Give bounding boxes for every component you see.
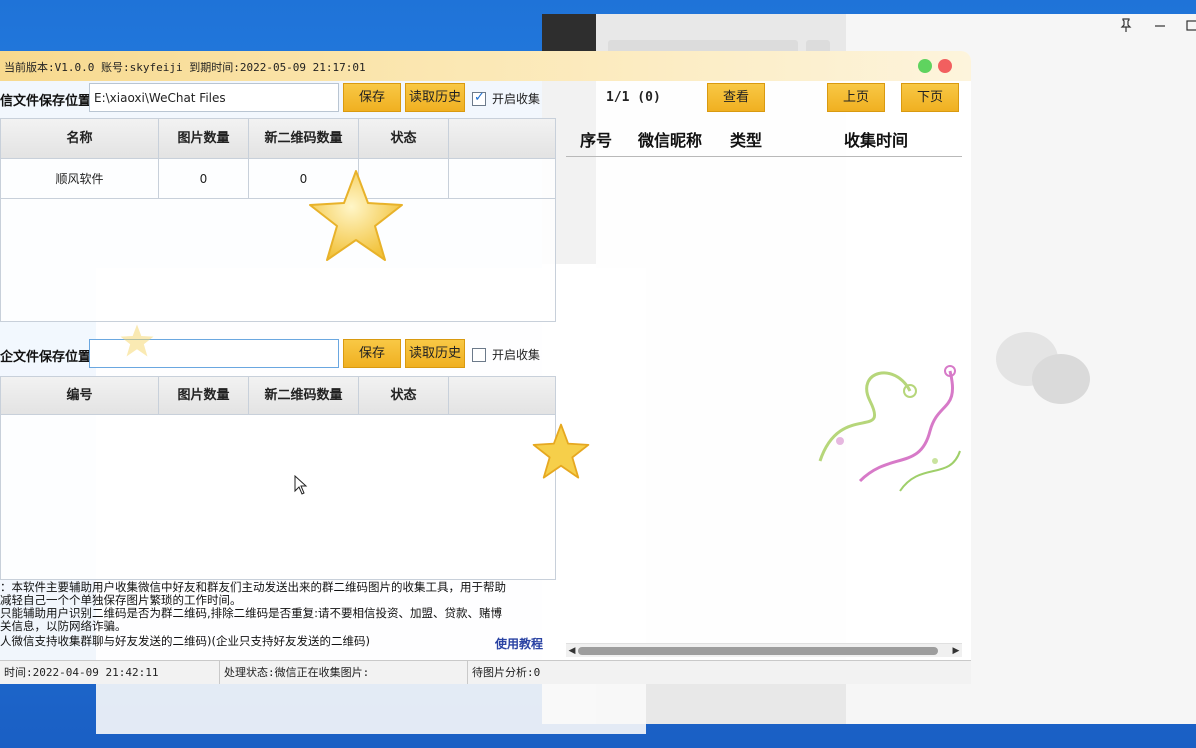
mouse-cursor-icon	[294, 475, 308, 495]
maximize-icon[interactable]	[1186, 18, 1196, 36]
status-time: 时间:2022-04-09 21:42:11	[0, 661, 220, 684]
column-header[interactable]: 编号	[1, 377, 159, 415]
table-header: 名称 图片数量 新二维码数量 状态	[1, 119, 555, 159]
wecom-save-button[interactable]: 保存	[343, 339, 401, 368]
wechat-collect-checkbox[interactable]: 开启收集	[472, 90, 540, 107]
column-header[interactable]: 图片数量	[159, 119, 249, 159]
column-header[interactable]: 图片数量	[159, 377, 249, 415]
table-header: 编号 图片数量 新二维码数量 状态	[1, 377, 555, 415]
wechat-path-input[interactable]	[89, 83, 339, 112]
column-header[interactable]: 序号	[580, 127, 612, 151]
floral-decoration-icon	[818, 365, 961, 492]
scroll-left-icon[interactable]: ◀	[566, 644, 578, 658]
wechat-collect-label: 开启收集	[492, 92, 541, 106]
description-line: 关信息，以防网络诈骗。	[0, 619, 127, 633]
column-header[interactable]: 类型	[730, 127, 762, 151]
wecom-account-table: 编号 图片数量 新二维码数量 状态	[0, 376, 556, 580]
prev-page-button[interactable]: 上页	[827, 83, 885, 112]
header-divider	[566, 156, 962, 157]
status-state: 处理状态:微信正在收集图片:	[220, 661, 468, 684]
wechat-history-button[interactable]: 读取历史	[405, 83, 465, 112]
column-header[interactable]: 新二维码数量	[249, 377, 359, 415]
wecom-collect-checkbox[interactable]: 开启收集	[472, 346, 540, 363]
page-indicator: 1/1 (0)	[606, 90, 661, 105]
horizontal-scrollbar[interactable]: ◀ ▶	[566, 643, 962, 657]
scroll-thumb[interactable]	[578, 647, 938, 655]
column-header[interactable]: 名称	[1, 119, 159, 159]
status-bar: 时间:2022-04-09 21:42:11 处理状态:微信正在收集图片: 待图…	[0, 660, 971, 684]
checkbox-unchecked-icon[interactable]	[472, 347, 486, 362]
wechat-account-table: 名称 图片数量 新二维码数量 状态 顺风软件 0 0	[0, 118, 556, 322]
table-row[interactable]: 顺风软件 0 0	[1, 159, 555, 199]
column-header[interactable]: 收集时间	[844, 127, 908, 151]
wecom-history-button[interactable]: 读取历史	[405, 339, 465, 368]
tutorial-link[interactable]: 使用教程	[495, 635, 543, 652]
checkbox-checked-icon[interactable]	[472, 90, 486, 106]
wechat-save-button[interactable]: 保存	[343, 83, 401, 112]
image-count-cell: 0	[159, 159, 249, 199]
wecom-path-label: 企文件保存位置	[0, 350, 92, 365]
status-pending: 待图片分析:0	[472, 666, 541, 679]
wecom-collect-label: 开启收集	[492, 348, 541, 362]
wechat-path-label: 信文件保存位置	[0, 94, 92, 109]
column-header[interactable]: 微信昵称	[638, 127, 702, 151]
account-name-cell: 顺风软件	[1, 159, 159, 199]
pin-icon[interactable]	[1120, 18, 1132, 36]
column-header[interactable]: 新二维码数量	[249, 119, 359, 159]
title-bar: 当前版本:V1.0.0 账号:skyfeiji 到期时间:2022-05-09 …	[0, 51, 971, 81]
column-header[interactable]: 状态	[359, 119, 449, 159]
star-decoration-icon	[532, 423, 590, 479]
minimize-icon[interactable]	[1154, 18, 1166, 36]
description-line: 人微信支持收集群聊与好友发送的二维码)(企业只支持好友发送的二维码)	[0, 634, 370, 648]
main-window: 当前版本:V1.0.0 账号:skyfeiji 到期时间:2022-05-09 …	[0, 51, 971, 684]
minimize-dot-button[interactable]	[918, 59, 932, 73]
close-dot-button[interactable]	[938, 59, 952, 73]
star-decoration-icon	[309, 170, 403, 261]
column-header[interactable]: 状态	[359, 377, 449, 415]
star-decoration-icon	[120, 324, 154, 357]
view-button[interactable]: 查看	[707, 83, 765, 112]
description-text: ：本软件主要辅助用户收集微信中好友和群友们主动发送出来的群二维码图片的收集工具，…	[0, 581, 545, 648]
wechat-logo-watermark	[996, 328, 1092, 408]
scroll-right-icon[interactable]: ▶	[950, 644, 962, 658]
window-title: 当前版本:V1.0.0 账号:skyfeiji 到期时间:2022-05-09 …	[4, 61, 366, 74]
next-page-button[interactable]: 下页	[901, 83, 959, 112]
